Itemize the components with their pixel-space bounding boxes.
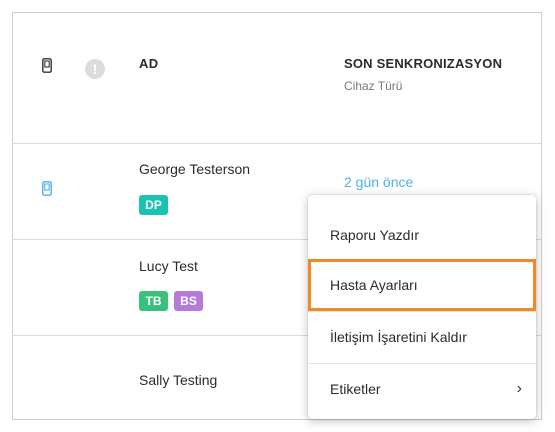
tag-badge: BS xyxy=(174,291,203,311)
menu-item-remove-contact-flag[interactable]: İletişim İşaretini Kaldır xyxy=(308,311,536,363)
device-icon[interactable] xyxy=(42,181,52,196)
menu-item-label: Raporu Yazdır xyxy=(330,227,419,243)
patient-name[interactable]: George Testerson xyxy=(139,161,250,177)
device-icon xyxy=(42,58,52,73)
menu-item-label: İletişim İşaretini Kaldır xyxy=(330,329,467,345)
last-sync-link[interactable]: 2 gün önce xyxy=(344,174,413,190)
menu-item-label: Hasta Ayarları xyxy=(330,277,418,293)
column-header-device-type: Cihaz Türü xyxy=(344,79,403,93)
menu-item-tags[interactable]: Etiketler › xyxy=(308,363,536,415)
menu-item-patient-settings[interactable]: Hasta Ayarları xyxy=(308,259,536,311)
row-divider xyxy=(13,143,541,144)
menu-item-label: Etiketler xyxy=(330,381,381,397)
chevron-right-icon: › xyxy=(516,380,522,397)
column-header-name[interactable]: AD xyxy=(139,56,158,71)
alert-icon: ! xyxy=(85,59,105,79)
menu-item-print-report[interactable]: Raporu Yazdır xyxy=(308,209,536,261)
tag-badge: DP xyxy=(139,195,168,215)
context-menu: Raporu Yazdır Hasta Ayarları İletişim İş… xyxy=(308,195,536,419)
patient-name[interactable]: Lucy Test xyxy=(139,258,198,274)
column-header-last-sync[interactable]: SON SENKRONIZASYON xyxy=(344,56,502,71)
patient-name[interactable]: Sally Testing xyxy=(139,372,217,388)
tag-badge: TB xyxy=(139,291,168,311)
